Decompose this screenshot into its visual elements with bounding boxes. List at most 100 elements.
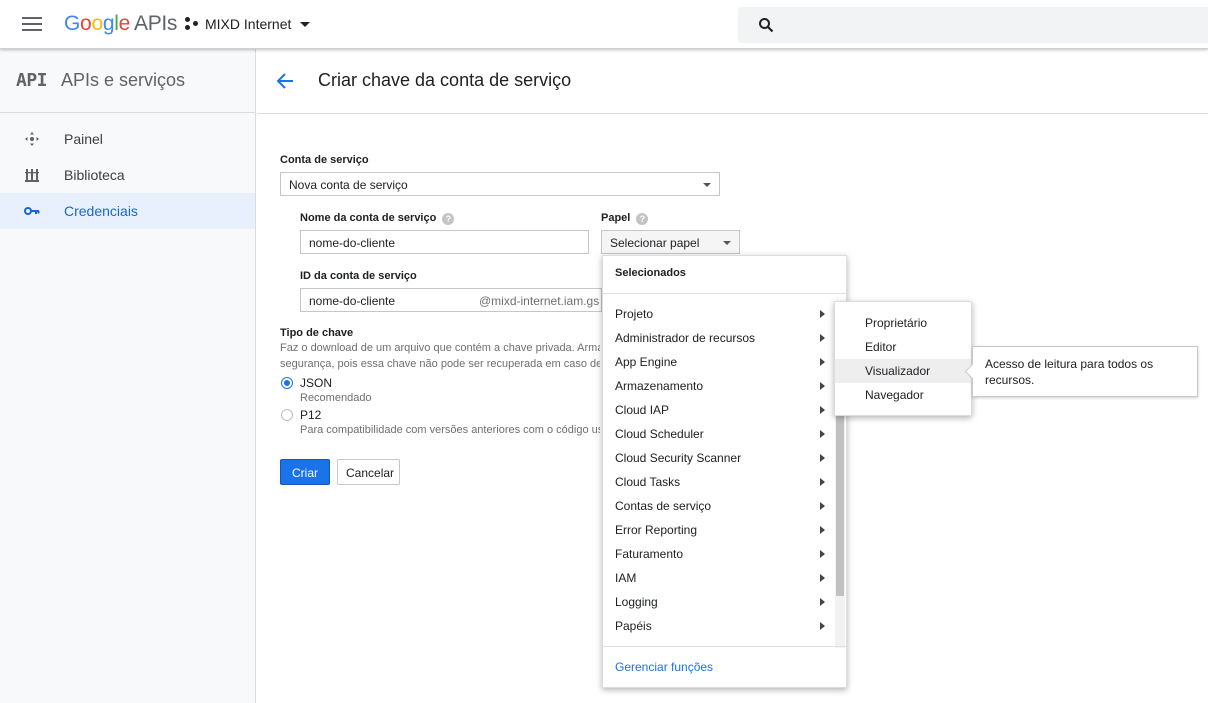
menu-item-cloud-tasks[interactable]: Cloud Tasks [603, 470, 833, 494]
back-arrow-icon[interactable] [275, 71, 295, 91]
menu-item-cloud-scheduler[interactable]: Cloud Scheduler [603, 422, 833, 446]
id-domain-suffix: @mixd-internet.iam.gs [479, 294, 600, 308]
divider [603, 293, 846, 294]
logo-letter: g [102, 12, 115, 35]
chevron-right-icon [820, 430, 825, 438]
api-logo: API [16, 70, 48, 91]
p12-description: Para compatibilidade com versões anterio… [300, 424, 600, 436]
chevron-right-icon [820, 502, 825, 510]
project-icon [185, 17, 199, 31]
service-account-id-input[interactable]: nome-do-cliente @mixd-internet.iam.gs [300, 288, 602, 312]
role-select[interactable]: Selecionar papel [601, 230, 740, 254]
menu-item-faturamento[interactable]: Faturamento [603, 542, 833, 566]
menu-item-label: Error Reporting [615, 523, 698, 537]
menu-header: Selecionados [615, 267, 686, 279]
label-text: Papel [601, 212, 631, 224]
logo-letter: o [80, 12, 92, 35]
submenu-item-proprietario[interactable]: Proprietário [835, 311, 971, 335]
label-text: Nome da conta de serviço [300, 212, 437, 224]
menu-item-label: Logging [615, 595, 658, 609]
menu-item-armazenamento[interactable]: Armazenamento [603, 374, 833, 398]
key-type-description: segurança, pois essa chave não pode ser … [280, 358, 600, 370]
service-account-value: Nova conta de serviço [289, 178, 408, 192]
menu-item-projeto[interactable]: Projeto [603, 302, 833, 326]
chevron-right-icon [820, 406, 825, 414]
sidebar-item-label: Credenciais [64, 203, 138, 219]
google-apis-logo[interactable]: Google APIs [64, 12, 177, 36]
logo-suffix: APIs [133, 12, 178, 35]
search-icon [759, 18, 774, 33]
menu-item-label: Papéis [615, 619, 652, 633]
chevron-right-icon [820, 454, 825, 462]
service-account-select[interactable]: Nova conta de serviço [280, 172, 720, 196]
sidebar-item-label: Biblioteca [64, 167, 125, 183]
menu-item-app-engine[interactable]: App Engine [603, 350, 833, 374]
help-icon[interactable]: ? [442, 213, 455, 225]
dashboard-icon [22, 129, 42, 149]
chevron-right-icon [820, 622, 825, 630]
menu-item-label: Cloud Scheduler [615, 427, 704, 441]
project-name: MIXD Internet [205, 16, 292, 32]
menu-item-label: Cloud IAP [615, 403, 670, 417]
service-account-name-input[interactable]: nome-do-cliente [300, 230, 589, 254]
service-account-id-label: ID da conta de serviço [300, 270, 417, 282]
menu-item-contas-de-servico[interactable]: Contas de serviço [603, 494, 833, 518]
page-header: Criar chave da conta de serviço [257, 49, 1208, 114]
menu-item-label: Cloud Tasks [615, 475, 681, 489]
chevron-down-icon [723, 241, 731, 245]
menu-item-error-reporting[interactable]: Error Reporting [603, 518, 833, 542]
input-value: nome-do-cliente [309, 236, 396, 250]
menu-item-label: Armazenamento [615, 379, 704, 393]
menu-item-label: Contas de serviço [615, 499, 712, 513]
sidebar: API APIs e serviços Painel Biblioteca Cr… [0, 49, 256, 703]
submenu-item-visualizador[interactable]: Visualizador [835, 359, 971, 383]
sidebar-header: API APIs e serviços [0, 49, 255, 113]
create-button[interactable]: Criar [280, 459, 330, 485]
project-selector[interactable]: MIXD Internet [185, 16, 311, 32]
logo-letter: o [91, 12, 103, 35]
menu-item-logging[interactable]: Logging [603, 590, 833, 614]
logo-letter: e [118, 12, 131, 35]
chevron-right-icon [820, 478, 825, 486]
page-title: Criar chave da conta de serviço [318, 70, 572, 90]
chevron-right-icon [820, 526, 825, 534]
menu-item-label: Administrador de recursos [615, 331, 756, 345]
json-radio-label: JSON [300, 376, 333, 390]
chevron-right-icon [820, 550, 825, 558]
key-icon [22, 201, 42, 221]
chevron-down-icon [300, 21, 311, 27]
menu-item-label: Projeto [615, 307, 654, 321]
sidebar-item-credenciais[interactable]: Credenciais [0, 193, 255, 229]
key-type-description: Faz o download de um arquivo que contém … [280, 342, 600, 354]
p12-radio[interactable] [281, 409, 293, 421]
menu-item-cloud-security-scanner[interactable]: Cloud Security Scanner [603, 446, 833, 470]
chevron-down-icon [703, 183, 711, 187]
menu-icon[interactable] [22, 17, 42, 31]
json-radio[interactable] [281, 377, 293, 389]
help-icon[interactable]: ? [636, 213, 649, 225]
role-select-value: Selecionar papel [610, 236, 700, 250]
menu-item-administrador-de-recursos[interactable]: Administrador de recursos [603, 326, 833, 350]
menu-item-papeis[interactable]: Papéis [603, 614, 833, 638]
sidebar-title: APIs e serviços [61, 70, 186, 90]
menu-item-cloud-iap[interactable]: Cloud IAP [603, 398, 833, 422]
library-icon [22, 165, 42, 185]
menu-item-label: IAM [615, 571, 637, 585]
submenu-item-navegador[interactable]: Navegador [835, 383, 971, 407]
cancel-button[interactable]: Cancelar [337, 459, 400, 485]
sidebar-item-painel[interactable]: Painel [0, 121, 255, 157]
input-value: nome-do-cliente [309, 294, 396, 308]
chevron-right-icon [820, 334, 825, 342]
submenu-item-editor[interactable]: Editor [835, 335, 971, 359]
chevron-right-icon [820, 382, 825, 390]
manage-roles-link[interactable]: Gerenciar funções [615, 660, 713, 674]
search-input[interactable] [738, 7, 1208, 43]
menu-item-iam[interactable]: IAM [603, 566, 833, 590]
role-dropdown-menu: Selecionados Projeto Administrador de re… [602, 255, 847, 688]
menu-item-label: App Engine [615, 355, 678, 369]
p12-radio-label: P12 [300, 408, 322, 422]
top-app-bar: Google APIs MIXD Internet [0, 0, 1208, 49]
sidebar-item-biblioteca[interactable]: Biblioteca [0, 157, 255, 193]
sidebar-item-label: Painel [64, 131, 103, 147]
menu-item-label: Faturamento [615, 547, 684, 561]
